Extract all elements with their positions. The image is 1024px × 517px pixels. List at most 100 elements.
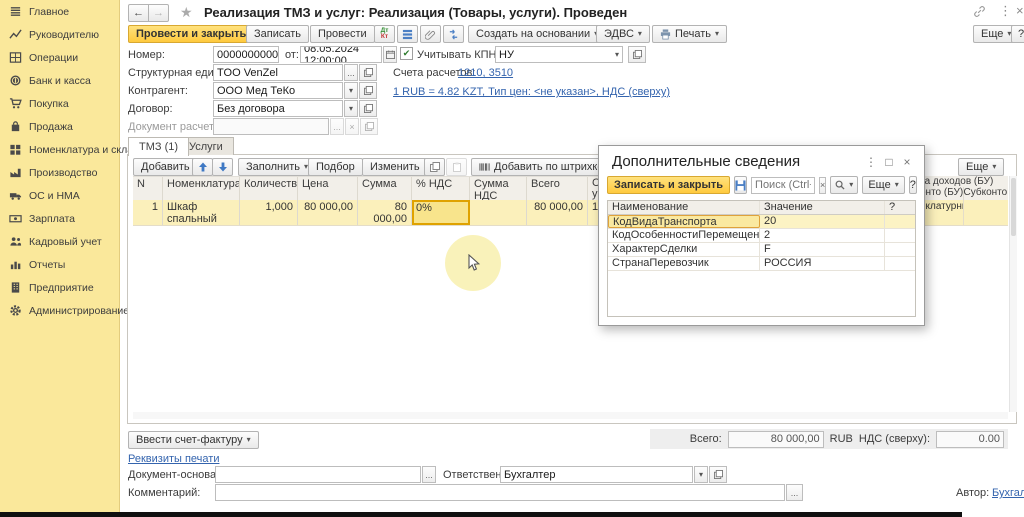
horizontal-scrollbar[interactable] (133, 412, 1008, 419)
attachments-button[interactable] (420, 25, 441, 43)
sidebar-item-administrirovanie[interactable]: Администрирование (0, 299, 119, 322)
post-and-close-button[interactable]: Провести и закрыть (128, 25, 254, 43)
edvs-button[interactable]: ЭДВС▾ (596, 25, 650, 43)
calendar-button[interactable] (383, 46, 397, 63)
col-subconto2[interactable]: онто (БУ) 2 (920, 187, 964, 200)
dialog-cell-value[interactable]: 2 (760, 229, 885, 242)
dialog-cell-name[interactable]: СтранаПеревозчик (608, 257, 760, 270)
price-type-link[interactable]: 1 RUB = 4.82 KZT, Тип цен: <не указан>, … (393, 86, 670, 98)
cell-amount[interactable]: 80 000,00 (358, 200, 412, 225)
dialog-cell-name[interactable]: КодОсобенностиПеремещения (608, 229, 760, 242)
col-n[interactable]: N (133, 177, 163, 201)
col-subconto[interactable]: Субконто (Б (964, 187, 1008, 200)
counterparty-input[interactable]: ООО Мед ТеКо (213, 82, 343, 99)
dialog-search-button[interactable]: ▾ (830, 176, 858, 194)
enter-invoice-button[interactable]: Ввести счет-фактуру▾ (128, 431, 259, 449)
dialog-more-button[interactable]: Еще▾ (862, 176, 904, 194)
unit-select-button[interactable]: ... (344, 64, 358, 81)
dialog-cell-value[interactable]: 20 (760, 215, 885, 228)
forward-button[interactable]: → (148, 4, 169, 22)
reports-button[interactable] (397, 25, 418, 43)
edit-button[interactable]: Изменить (362, 158, 428, 176)
settlement-doc-select-button[interactable]: ... (330, 118, 344, 135)
vertical-scrollbar[interactable] (1009, 176, 1017, 412)
cell-nomenclature[interactable]: Шкаф спальный ЖК АС 29 (163, 200, 240, 225)
kpn-input[interactable]: НУ▾ (495, 46, 623, 63)
unit-input[interactable]: TOO VenZel (213, 64, 343, 81)
sidebar-item-nomenklatura-i-sklad[interactable]: Номенклатура и склад (0, 138, 119, 161)
kpn-checkbox[interactable]: ✔ (400, 47, 413, 60)
window-menu-icon[interactable]: ⋮ (999, 3, 1012, 19)
cell-price[interactable]: 80 000,00 (298, 200, 358, 225)
save-button[interactable]: Записать (246, 25, 309, 43)
contract-open-button[interactable] (359, 100, 377, 117)
dialog-cell-question[interactable] (885, 215, 915, 228)
responsible-open-button[interactable] (709, 466, 727, 483)
dialog-col-question[interactable]: ? (885, 201, 915, 214)
cell-subconto2[interactable]: нклатурны.. (920, 200, 964, 225)
print-details-link[interactable]: Реквизиты печати (128, 453, 219, 465)
dialog-cell-question[interactable] (885, 257, 915, 270)
sidebar-item-kadrovyj-uchet[interactable]: Кадровый учет (0, 230, 119, 253)
print-button[interactable]: Печать▾ (652, 25, 727, 43)
sidebar-item-os-i-nma[interactable]: ОС и НМА (0, 184, 119, 207)
help-button[interactable]: ? (1011, 25, 1024, 43)
date-input[interactable]: 08.05.2024 12:00:00 (300, 46, 382, 63)
cell-vat-percent-active[interactable]: 0% (412, 200, 470, 225)
sidebar-item-bank-i-kassa[interactable]: Банк и касса (0, 69, 119, 92)
table-more-button[interactable]: Еще▾ (958, 158, 1004, 176)
sidebar-item-prodazha[interactable]: Продажа (0, 115, 119, 138)
settlement-doc-open-button[interactable] (360, 118, 378, 135)
col-amount[interactable]: Сумма (358, 177, 412, 201)
dialog-maximize-icon[interactable]: □ (880, 155, 898, 169)
dialog-save-close-button[interactable]: Записать и закрыть (607, 176, 730, 194)
accounts-link[interactable]: 1210, 3510 (458, 67, 513, 79)
col-price[interactable]: Цена (298, 177, 358, 201)
dialog-close-icon[interactable]: × (898, 155, 916, 169)
dialog-more-icon[interactable]: ⋮ (862, 155, 880, 169)
dialog-col-value[interactable]: Значение (760, 201, 885, 214)
col-vat-percent[interactable]: % НДС (412, 177, 470, 201)
dialog-row[interactable]: КодОсобенностиПеремещения 2 (608, 229, 915, 243)
copy-rows-button[interactable] (424, 158, 445, 176)
dialog-cell-question[interactable] (885, 243, 915, 256)
dialog-search-clear-button[interactable]: × (819, 177, 826, 194)
cell-total[interactable]: 80 000,00 (527, 200, 588, 225)
counterparty-dropdown-button[interactable]: ▾ (344, 82, 358, 99)
col-quantity[interactable]: Количество (240, 177, 298, 201)
pick-button[interactable]: Подбор (308, 158, 363, 176)
favorite-star-icon[interactable]: ★ (180, 4, 193, 21)
create-based-on-button[interactable]: Создать на основании▾ (468, 25, 606, 43)
base-doc-input[interactable] (215, 466, 421, 483)
sidebar-item-otchety[interactable]: Отчеты (0, 253, 119, 276)
author-link[interactable]: Бухгалтер (992, 487, 1024, 499)
dialog-cell-value[interactable]: РОССИЯ (760, 257, 885, 270)
kpn-open-button[interactable] (628, 46, 646, 63)
dialog-row[interactable]: СтранаПеревозчик РОССИЯ (608, 257, 915, 271)
dialog-cell-question[interactable] (885, 229, 915, 242)
sidebar-item-proizvodstvo[interactable]: Производство (0, 161, 119, 184)
right-row-fragment[interactable]: нклатурны.. (920, 200, 1008, 226)
number-input[interactable]: 00000000001 (213, 46, 279, 63)
unit-open-button[interactable] (359, 64, 377, 81)
move-up-button[interactable] (192, 158, 213, 176)
sidebar-item-glavnoe[interactable]: Главное (0, 0, 119, 23)
dialog-cell-name[interactable]: ХарактерСделки (608, 243, 760, 256)
sidebar-item-rukovoditelyu[interactable]: Руководителю (0, 23, 119, 46)
col-vat-amount[interactable]: Сумма НДС (470, 177, 527, 201)
settlement-doc-input[interactable] (213, 118, 329, 135)
dt-kt-entries-button[interactable]: Дт Кт (374, 25, 395, 43)
dialog-row-selected[interactable]: КодВидаТранспорта 20 (608, 215, 915, 229)
cell-vat-amount[interactable] (470, 200, 527, 225)
dialog-row[interactable]: ХарактерСделки F (608, 243, 915, 257)
window-close-icon[interactable]: × (1016, 3, 1024, 18)
cell-quantity[interactable]: 1,000 (240, 200, 298, 225)
base-doc-select-button[interactable]: ... (422, 466, 436, 483)
cell-n[interactable]: 1 (133, 200, 163, 225)
counterparty-open-button[interactable] (359, 82, 377, 99)
get-link-icon[interactable] (973, 5, 986, 18)
dialog-search-input[interactable] (751, 177, 815, 194)
col-nomenclature[interactable]: Номенклатура (163, 177, 240, 201)
responsible-dropdown-button[interactable]: ▾ (694, 466, 708, 483)
sidebar-item-predpriyatie[interactable]: Предприятие (0, 276, 119, 299)
